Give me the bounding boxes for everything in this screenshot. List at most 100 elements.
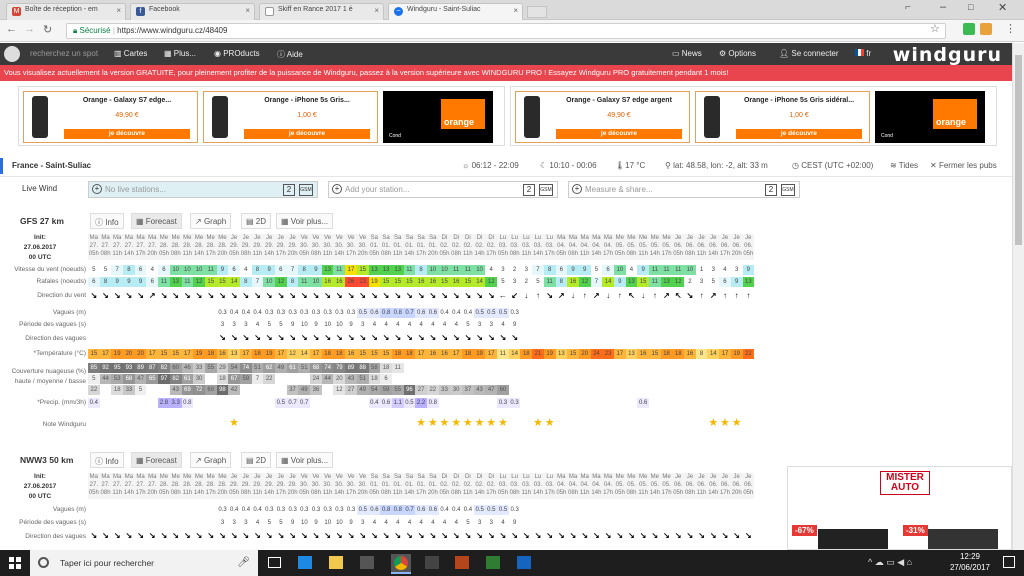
gust-cell: 8 [286,277,299,287]
mister-auto-ad[interactable]: MISTER AUTO -67% -31% [787,466,1012,550]
tab-facebook[interactable]: f Facebook × [130,3,255,20]
gust-cell: 26 [345,277,357,287]
cloud-low-row: 22 18 33 5 43 69 72 60 98 42 37 49 36 12 27 49 54 59 55 96 2… [88,385,754,395]
scrollbar-thumb[interactable] [1015,55,1022,245]
notification-icon[interactable] [1003,556,1015,568]
close-window-icon[interactable]: ✕ [998,1,1007,14]
app-icon[interactable] [455,556,469,569]
windows-start-icon[interactable] [9,557,21,569]
maximize-icon[interactable]: □ [968,2,973,12]
tab-info[interactable]: ⓘ Info [90,452,124,468]
tab-skiff[interactable]: Skiff en Rance 2017 1 é × [259,3,384,20]
tides-link[interactable]: ≋ Tides [890,161,918,170]
app-icon[interactable] [425,556,439,569]
task-view-icon[interactable] [268,557,281,568]
reload-icon[interactable]: ↻ [43,23,52,36]
tab-more[interactable]: ▦ Voir plus... [276,213,334,229]
ad-cta-button[interactable]: je découvre [556,129,682,139]
extension-icon[interactable] [980,23,992,35]
bookmark-star-icon[interactable]: ☆ [930,22,940,35]
tab-graph[interactable]: ↗ Graph [190,452,232,468]
cloud-cell: 18 [368,374,381,384]
temp-cell: 14 [707,349,720,359]
orange-ad-logo[interactable]: orange Conditions consultables sur orang… [383,91,493,143]
tab-forecast[interactable]: ▦ Forecast [131,452,182,468]
ad-cta-button[interactable]: je découvre [736,129,862,139]
ad-card[interactable]: Orange - iPhone 5s Gris... 1,00 € je déc… [203,91,378,143]
tab-windguru[interactable]: ~ Windguru - Saint-Suliac × [388,3,523,20]
add-station-box[interactable]: + Add your station... 2 GSM [328,181,558,198]
wind-direction-arrow: ↘ [183,291,191,300]
period-cell: 4 [255,322,260,328]
ad-card[interactable]: Orange - Galaxy S7 edge argent 49,90 € j… [515,91,690,143]
nav-cartes[interactable]: ▥ Cartes [114,49,147,58]
nav-news[interactable]: ▭ News [672,49,702,58]
close-icon[interactable]: × [116,6,121,15]
nav-plus[interactable]: ▦ Plus... [164,49,196,58]
tab-2d[interactable]: ▤ 2D [241,452,272,468]
live-station-box[interactable]: + No live stations... 2 GSM [88,181,318,198]
measure-share-box[interactable]: + Measure & share... 2 GSM [568,181,800,198]
temperature-row: 15 17 19 20 20 17 15 15 17 19 18 16 13 17 18 19 17 12 14 17… [88,349,755,359]
orange-note: Conditions consultables sur orange.fr [881,133,893,139]
extension-icon[interactable] [963,23,975,35]
wind-direction-arrow: ↘ [487,291,495,300]
cloud-cell [520,374,532,384]
nav-aide[interactable]: ⓘ Aide [277,49,303,60]
ad-cta-button[interactable]: je découvre [64,129,190,139]
spot-search-input[interactable]: recherchez un spot [30,49,98,58]
page-scrollbar[interactable] [1012,43,1024,550]
minimize-icon[interactable]: – [940,1,946,13]
tab-gmail[interactable]: M Boîte de réception - em × [6,3,126,20]
close-icon[interactable]: × [374,6,379,15]
ad-cta-button[interactable]: je découvre [244,129,370,139]
nav-login[interactable]: 👤︎ Se connecter [779,49,839,58]
taskbar-search[interactable]: Taper ici pour rechercher 🎤︎ [30,550,258,576]
tab-graph[interactable]: ↗ Graph [190,213,232,229]
nav-options[interactable]: ⚙ Options [719,49,756,58]
address-bar-row: ← → ↻ 🔒︎ Sécurisé | https://www.windguru… [0,20,1024,42]
precip-cell [322,398,334,408]
app-icon[interactable] [517,556,531,569]
close-icon[interactable]: × [245,6,250,15]
ad-card[interactable]: Orange - iPhone 5s Gris sidéral... 1,00 … [695,91,870,143]
clock-date[interactable]: 27/06/2017 [945,563,995,572]
wave-direction-arrow: ↘ [289,333,296,342]
explorer-icon[interactable] [329,556,343,569]
ad-price: 49,90 € [607,112,631,119]
ad-card[interactable]: Orange - Galaxy S7 edge... 49,90 € je dé… [23,91,198,143]
forward-icon[interactable]: → [24,23,35,35]
chrome-taskbar-item[interactable] [391,554,411,574]
nav-products[interactable]: ◉ PROducts [214,49,260,58]
row-label: Note Windguru [42,421,86,428]
windguru-logo[interactable]: windguru [893,44,1002,66]
back-icon[interactable]: ← [6,23,17,35]
url-field[interactable]: 🔒︎ Sécurisé | https://www.windguru.cz/48… [66,23,946,39]
profile-icon[interactable]: ⌐ [905,2,911,13]
tab-info[interactable]: ⓘ Info [90,213,124,229]
system-tray-icons[interactable]: ^ ☁ ▭ ◀ ⌂ [868,557,912,568]
gust-cell: 15 [403,277,416,287]
close-ads-link[interactable]: ✕ Fermer les pubs [930,161,997,170]
close-icon[interactable]: × [513,6,518,15]
orange-ad-logo[interactable]: orange Conditions consultables sur orang… [875,91,985,143]
pro-banner[interactable]: Vous visualisez actuellement la version … [0,65,1012,81]
model-name: NWW3 50 km [20,455,74,465]
mic-icon[interactable]: 🎤︎ [237,550,250,576]
discount-badge: -31% [903,525,928,536]
new-tab-button[interactable] [527,6,547,18]
phone-image [524,96,540,138]
menu-icon[interactable]: ⋮ [1005,22,1016,35]
cloud-cell: 68 [310,363,322,373]
precip-cell [485,398,497,408]
app-icon[interactable] [486,556,500,569]
tab-forecast[interactable]: ▦ Forecast [131,213,182,229]
clock-time[interactable]: 12:29 [945,552,995,561]
period-cell: 9 [349,322,353,328]
tab-more[interactable]: ▦ Voir plus... [276,452,334,468]
store-icon[interactable] [360,556,374,569]
phone-image [704,96,720,138]
tab-2d[interactable]: ▤ 2D [241,213,272,229]
language-select[interactable]: fr [855,49,871,58]
edge-icon[interactable] [298,556,312,569]
